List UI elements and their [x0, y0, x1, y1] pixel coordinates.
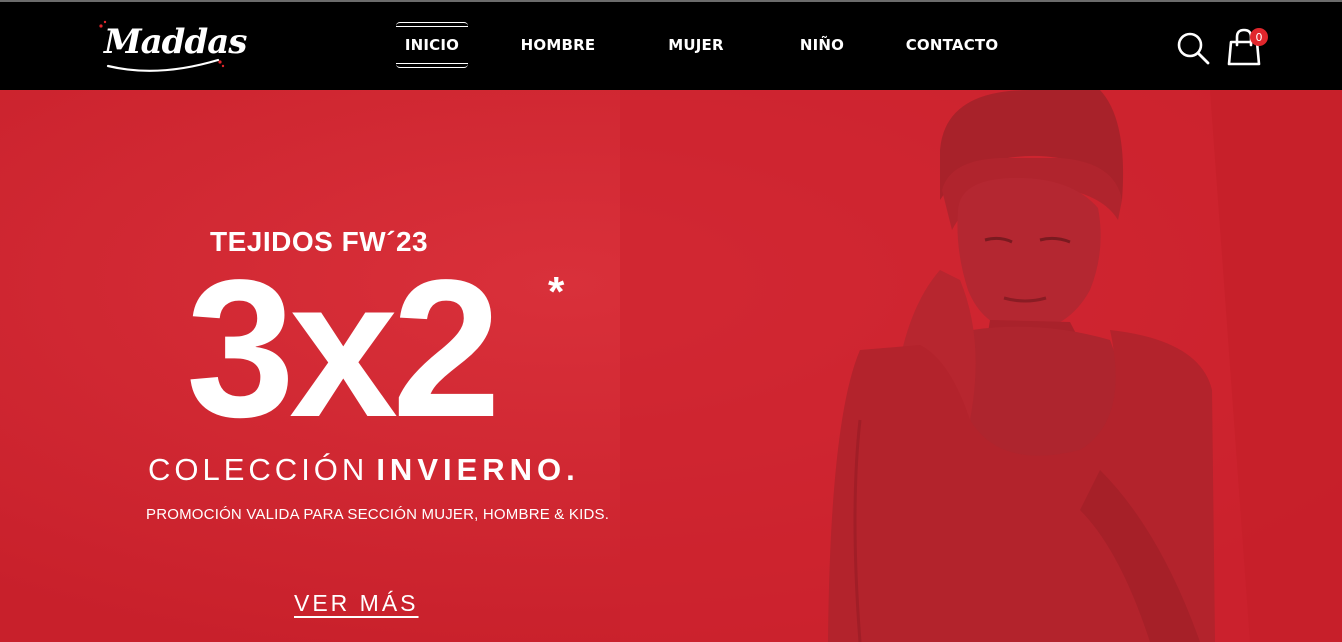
collection-title-bold: INVIERNO. — [376, 452, 580, 487]
nav-item-hombre[interactable]: HOMBRE — [512, 22, 604, 68]
nav-item-inicio[interactable]: INICIO — [396, 22, 468, 68]
top-navbar: Maddas INICIO HOMBRE MUJER NIÑO CONTACTO… — [0, 2, 1342, 90]
search-icon — [1177, 32, 1210, 65]
promo-validity-note: PROMOCIÓN VALIDA PARA SECCIÓN MUJER, HOM… — [146, 506, 610, 523]
nav-item-nino[interactable]: NIÑO — [788, 22, 856, 68]
search-button[interactable] — [1175, 30, 1211, 66]
promo-asterisk: * — [548, 268, 565, 315]
promo-headline: 3x2 — [186, 239, 501, 458]
collection-title: COLECCIÓN INVIERNO. — [148, 452, 580, 488]
hero-copy: TEJIDOS FW´23 3x2 * COLECCIÓN INVIERNO. P… — [0, 90, 760, 642]
cart-button[interactable]: 0 — [1226, 26, 1270, 68]
cart-count-badge: 0 — [1250, 28, 1268, 46]
brand-logo[interactable]: Maddas — [98, 16, 247, 76]
nav-item-mujer[interactable]: MUJER — [656, 22, 736, 68]
logo-wordmark: Maddas — [104, 22, 247, 62]
collection-title-light: COLECCIÓN — [148, 452, 369, 487]
ver-mas-link[interactable]: VER MÁS — [294, 590, 419, 617]
nav-item-contacto[interactable]: CONTACTO — [900, 22, 1004, 68]
hero-banner: TEJIDOS FW´23 3x2 * COLECCIÓN INVIERNO. P… — [0, 90, 1342, 642]
